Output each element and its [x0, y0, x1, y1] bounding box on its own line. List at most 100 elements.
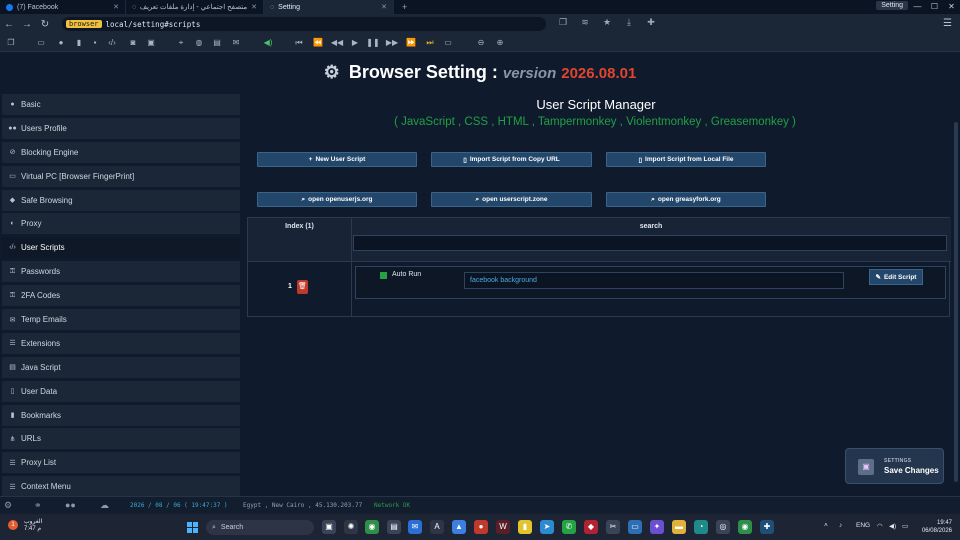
puzzle-icon[interactable]: ✚	[640, 17, 662, 28]
copilot-icon[interactable]: ✦	[650, 520, 664, 534]
store-icon[interactable]: ▤	[387, 520, 401, 534]
tab-setting[interactable]: ◌ Setting ✕	[264, 0, 394, 14]
sidebar-item-context-menu[interactable]: ☰ Context Menu	[2, 476, 240, 498]
close-tab-icon[interactable]: ✕	[113, 3, 119, 11]
language-indicator[interactable]: ENG	[856, 522, 870, 529]
open-userscript-zone-button[interactable]: ⌕ open userscript.zone	[431, 192, 592, 207]
wifi-icon[interactable]: ◠	[877, 522, 883, 530]
camera-icon[interactable]: ◙	[126, 37, 140, 49]
cloud-icon[interactable]: ☁	[100, 500, 109, 511]
fast-forward-icon[interactable]: ▶▶	[385, 37, 399, 49]
search-input[interactable]	[353, 235, 947, 251]
chrome-alt-icon[interactable]: ◉	[738, 520, 752, 534]
browser-app-icon[interactable]: ✚	[760, 520, 774, 534]
back-button[interactable]: ←	[0, 19, 18, 30]
lock-icon[interactable]: ▪	[88, 37, 102, 49]
arc-icon[interactable]: A	[430, 520, 444, 534]
link-icon[interactable]: ⚭	[34, 500, 42, 511]
sidebar-item-user-scripts[interactable]: ‹/› User Scripts	[2, 237, 240, 259]
script-name-field[interactable]: facebook background	[464, 272, 844, 289]
chatgpt-icon[interactable]: ✺	[344, 520, 358, 534]
sidebar-item-passwords[interactable]: ⚿ Passwords	[2, 261, 240, 283]
new-user-script-button[interactable]: + New User Script	[257, 152, 417, 167]
remote-desktop-icon[interactable]: ▭	[628, 520, 642, 534]
taskbar-search[interactable]: ⌕ Search	[206, 520, 314, 535]
download-icon[interactable]: ⤓	[618, 17, 640, 28]
close-tab-icon[interactable]: ✕	[381, 3, 387, 11]
copy-icon[interactable]: ❐	[4, 37, 18, 49]
volume-icon[interactable]: ◀)	[261, 37, 275, 49]
toolbox-icon[interactable]: ▤	[210, 37, 224, 49]
close-window-button[interactable]: ✕	[943, 0, 960, 14]
save-icon[interactable]: ▣	[144, 37, 158, 49]
skip-end-icon[interactable]: ⏭	[423, 37, 437, 49]
forward-button[interactable]: →	[18, 19, 36, 30]
sticky-notes-icon[interactable]: ▮	[518, 520, 532, 534]
sidebar-item-basic[interactable]: ● Basic	[2, 94, 240, 115]
media-icon[interactable]: W	[496, 520, 510, 534]
new-tab-button[interactable]: +	[394, 2, 415, 12]
user-icon[interactable]: ●	[54, 37, 68, 49]
maximize-button[interactable]: ☐	[926, 0, 943, 14]
sidebar-item-temp-emails[interactable]: ✉ Temp Emails	[2, 309, 240, 331]
sidebar-item-proxy-list[interactable]: ☰ Proxy List	[2, 452, 240, 474]
play-icon[interactable]: ▶	[348, 37, 362, 49]
import-file-button[interactable]: ▯ Import Script from Local File	[606, 152, 766, 167]
sidebar-item-urls[interactable]: ⋔ URLs	[2, 428, 240, 450]
gear-icon[interactable]: ⚙	[4, 500, 12, 511]
chevron-up-icon[interactable]: ˄	[824, 522, 828, 529]
sidebar-item-safe-browsing[interactable]: ◆ Safe Browsing	[2, 189, 240, 211]
microphone-icon[interactable]: ♪	[839, 522, 842, 529]
github-icon[interactable]: ◎	[716, 520, 730, 534]
battery-icon[interactable]: ▭	[902, 522, 908, 530]
chrome-icon[interactable]: ◉	[365, 520, 379, 534]
hamburger-menu-icon[interactable]: ☰	[943, 18, 952, 29]
task-view-icon[interactable]: ▣	[322, 520, 336, 534]
save-changes-button[interactable]: ▣ SETTINGS Save Changes	[845, 448, 944, 484]
sidebar-item-proxy[interactable]: ◐ Proxy	[2, 213, 240, 235]
open-greasyfork-button[interactable]: ⌕ open greasyfork.org	[606, 192, 766, 207]
open-openuserjs-button[interactable]: ⌕ open openuserjs.org	[257, 192, 417, 207]
weather-widget[interactable]: 1 الغروب 7:47 م	[8, 518, 48, 532]
snipping-tool-icon[interactable]: ✂	[606, 520, 620, 534]
mail-icon[interactable]: ✉	[229, 37, 243, 49]
telegram-icon[interactable]: ➤	[540, 520, 554, 534]
zoom-out-icon[interactable]: ⊖	[474, 37, 488, 49]
skip-start-icon[interactable]: ⏮	[292, 37, 306, 49]
sidebar-item-virtual-pc[interactable]: ▭ Virtual PC [Browser FingerPrint]	[2, 165, 240, 187]
url-field[interactable]: browser local/setting#scripts	[62, 17, 546, 31]
star-icon[interactable]: ★	[596, 17, 618, 28]
file-explorer-icon[interactable]: ▬	[672, 520, 686, 534]
clipboard-icon[interactable]: ▮	[72, 37, 86, 49]
skip-forward-icon[interactable]: ⏩	[404, 37, 418, 49]
trash-icon[interactable]: 🗑	[297, 280, 308, 294]
volume-icon[interactable]: ◀)	[889, 522, 896, 530]
globe-icon[interactable]: ◍	[192, 37, 206, 49]
sidebar-item-java-script[interactable]: ▤ Java Script	[2, 356, 240, 378]
sidebar-item-user-data[interactable]: ▯ User Data	[2, 380, 240, 402]
edit-script-button[interactable]: ✎ Edit Script	[869, 269, 923, 285]
skip-back-icon[interactable]: ⏪	[311, 37, 325, 49]
sidebar-item-users-profile[interactable]: ●● Users Profile	[2, 117, 240, 139]
system-clock[interactable]: 19:47 06/08/2026	[922, 519, 952, 535]
pause-icon[interactable]: ❚❚	[366, 37, 380, 49]
tab-facebook[interactable]: (7) Facebook ✕	[0, 0, 126, 14]
whatsapp-icon[interactable]: ✆	[562, 520, 576, 534]
close-tab-icon[interactable]: ✕	[251, 3, 257, 11]
recorder-icon[interactable]: ●	[474, 520, 488, 534]
sidebar-item-2fa-codes[interactable]: ⚿ 2FA Codes	[2, 285, 240, 307]
minimize-button[interactable]: —	[909, 0, 926, 14]
sidebar-item-blocking-engine[interactable]: ⊘ Blocking Engine	[2, 141, 240, 163]
monitor-icon[interactable]: ▭	[441, 37, 455, 49]
edge-icon[interactable]: ◔	[694, 520, 708, 534]
app-icon[interactable]: ◆	[584, 520, 598, 534]
reload-button[interactable]: ↻	[36, 19, 54, 30]
zoom-in-icon[interactable]: ⊕	[493, 37, 507, 49]
windows-start-icon[interactable]	[187, 522, 198, 533]
rewind-icon[interactable]: ◀◀	[330, 37, 344, 49]
layers-icon[interactable]: ≋	[574, 17, 596, 28]
mail-app-icon[interactable]: ✉	[408, 520, 422, 534]
page-scrollbar[interactable]	[954, 122, 958, 482]
copy-icon[interactable]: ❐	[552, 17, 574, 28]
sidebar-item-extensions[interactable]: ☰ Extensions	[2, 332, 240, 354]
